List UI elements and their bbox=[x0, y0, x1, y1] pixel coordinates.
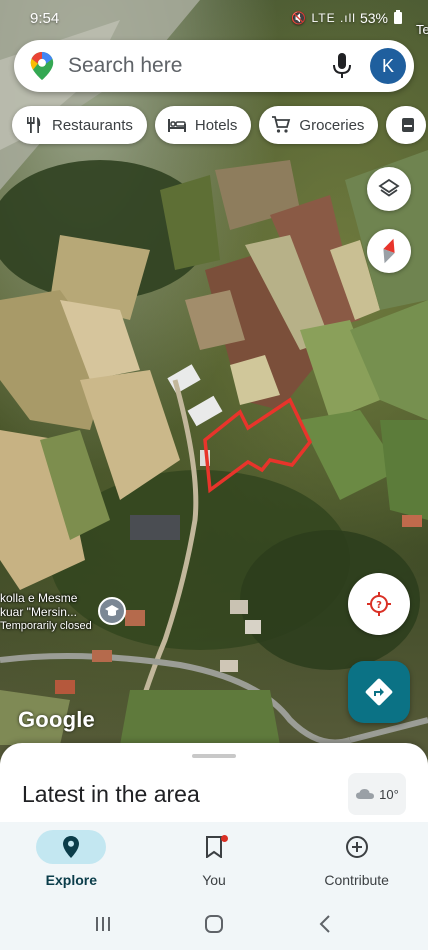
battery-percent: 53% bbox=[359, 10, 388, 26]
nav-explore[interactable]: Explore bbox=[0, 822, 143, 898]
home-icon bbox=[204, 915, 223, 933]
bottom-navigation: Explore You Contribute bbox=[0, 822, 428, 898]
directions-icon bbox=[365, 678, 393, 706]
bed-icon bbox=[167, 115, 187, 135]
search-bar[interactable]: Search here K bbox=[14, 40, 414, 92]
sheet-drag-handle[interactable] bbox=[192, 754, 236, 758]
chip-groceries[interactable]: Groceries bbox=[259, 106, 379, 144]
sheet-title: Latest in the area bbox=[22, 781, 200, 807]
back-button[interactable] bbox=[305, 904, 345, 944]
recent-apps-button[interactable] bbox=[83, 904, 123, 944]
recent-apps-icon bbox=[96, 917, 111, 931]
google-attribution-logo: Google bbox=[18, 707, 95, 732]
map-edge-label: Te bbox=[416, 22, 428, 37]
weather-temperature: 10° bbox=[379, 786, 399, 802]
directions-button[interactable] bbox=[348, 661, 410, 723]
status-indicators: 🔇 LTE .ıll 53% bbox=[291, 10, 402, 26]
battery-icon bbox=[394, 10, 402, 24]
notification-dot bbox=[221, 835, 228, 842]
nav-explore-icon-wrap bbox=[36, 830, 107, 864]
nav-contribute[interactable]: Contribute bbox=[285, 822, 428, 898]
fork-knife-icon bbox=[24, 115, 44, 135]
cart-icon bbox=[271, 115, 291, 135]
status-time: 9:54 bbox=[30, 9, 60, 27]
svg-text:?: ? bbox=[376, 600, 382, 611]
nav-you[interactable]: You bbox=[143, 822, 286, 898]
cloud-icon bbox=[356, 789, 375, 799]
system-navigation-bar bbox=[0, 898, 428, 950]
layers-icon bbox=[378, 178, 400, 197]
chip-label: Restaurants bbox=[52, 116, 133, 134]
school-place-label[interactable]: kolla e Mesme kuar "Mersin... Temporaril… bbox=[0, 591, 100, 633]
school-icon[interactable] bbox=[98, 597, 126, 625]
nav-contribute-icon-wrap bbox=[322, 830, 392, 864]
google-maps-logo-icon bbox=[30, 52, 54, 80]
weather-chip[interactable]: 10° bbox=[348, 773, 406, 815]
my-location-button[interactable]: ? bbox=[348, 573, 410, 635]
category-chips: Restaurants Hotels Groceries bbox=[12, 106, 427, 146]
chip-hotels[interactable]: Hotels bbox=[154, 106, 252, 144]
location-pin-icon bbox=[63, 836, 80, 858]
category-more-icon bbox=[398, 115, 418, 135]
nav-you-icon-wrap bbox=[179, 830, 249, 864]
layers-button[interactable] bbox=[367, 167, 411, 211]
location-unknown-icon: ? bbox=[367, 592, 391, 616]
add-circle-icon bbox=[345, 836, 368, 858]
account-avatar[interactable]: K bbox=[370, 48, 406, 84]
back-chevron-icon bbox=[319, 915, 330, 933]
compass-button[interactable] bbox=[367, 229, 411, 273]
home-button[interactable] bbox=[194, 904, 234, 944]
chip-label: Groceries bbox=[299, 116, 365, 134]
place-name-line1: kolla e Mesme bbox=[0, 591, 78, 605]
nav-label: Explore bbox=[45, 872, 98, 888]
place-status: Temporarily closed bbox=[0, 620, 92, 632]
place-name-line2: kuar "Mersin... bbox=[0, 605, 77, 619]
search-input[interactable]: Search here bbox=[68, 54, 320, 78]
chip-label: Hotels bbox=[194, 116, 238, 134]
signal-icons: 🔇 LTE .ıll bbox=[291, 11, 356, 25]
compass-icon bbox=[383, 238, 395, 264]
nav-label: Contribute bbox=[324, 872, 389, 888]
bottom-sheet[interactable]: Latest in the area 10° bbox=[0, 743, 428, 833]
microphone-icon[interactable] bbox=[320, 44, 364, 88]
nav-label: You bbox=[202, 872, 226, 888]
chip-more[interactable] bbox=[386, 106, 427, 144]
status-bar: 9:54 🔇 LTE .ıll 53% bbox=[0, 0, 428, 36]
chip-restaurants[interactable]: Restaurants bbox=[12, 106, 147, 144]
